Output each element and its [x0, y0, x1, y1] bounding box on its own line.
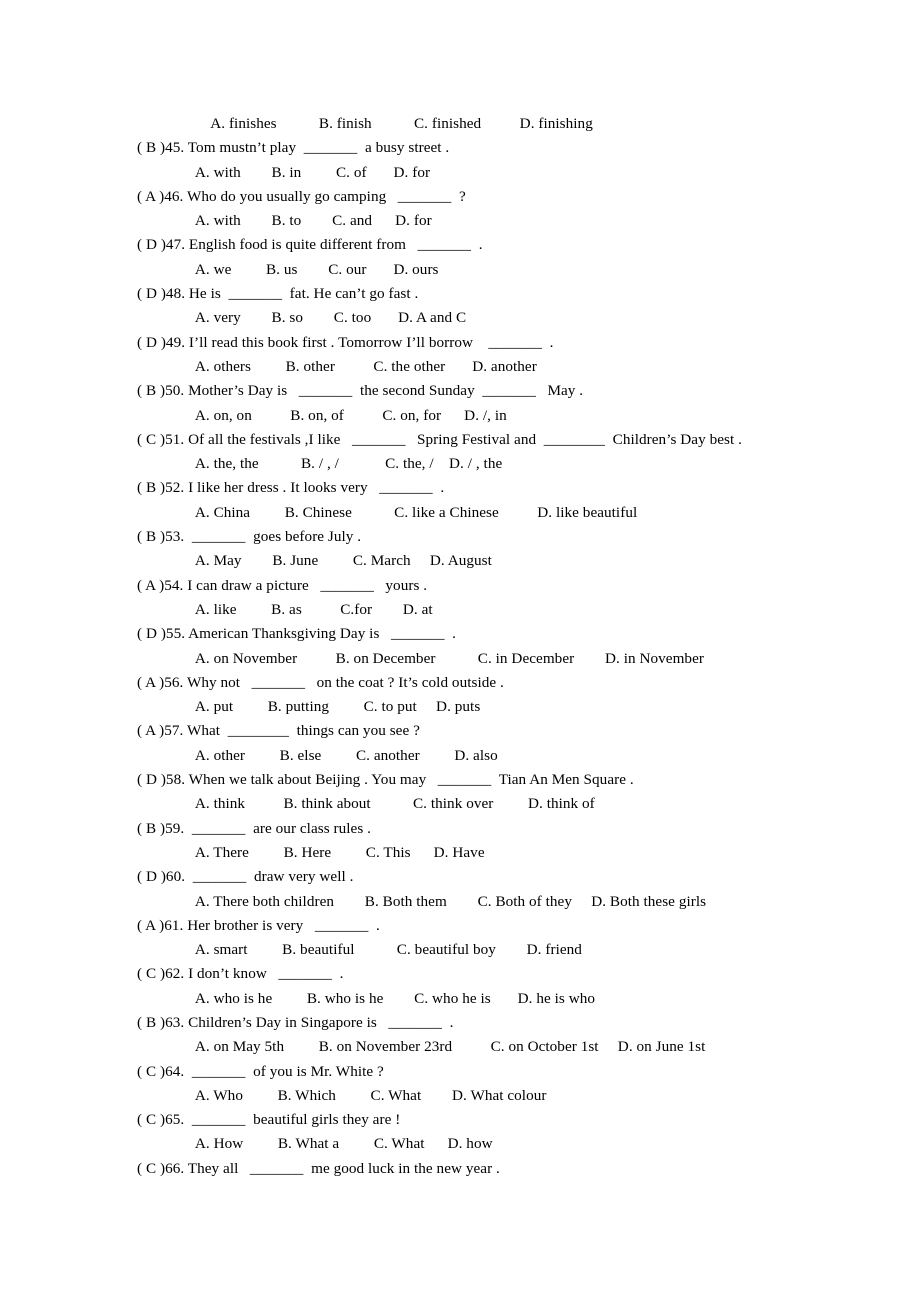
question-row: ( C )64. _______ of you is Mr. White ?: [137, 1062, 384, 1080]
options-row: A. others B. other C. the other D. anoth…: [188, 357, 537, 375]
options-row: A. China B. Chinese C. like a Chinese D.…: [188, 503, 638, 521]
options-row: A. finishes B. finish C. finished D. fin…: [188, 115, 593, 132]
question-row: ( A )61. Her brother is very _______ .: [137, 916, 380, 934]
question-row: ( C )66. They all _______ me good luck i…: [137, 1159, 500, 1177]
question-row: ( D )49. I’ll read this book first . Tom…: [137, 333, 554, 351]
options-row: A. Who B. Which C. What D. What colour: [188, 1086, 547, 1104]
worksheet-page: A. finishes B. finish C. finished D. fin…: [0, 0, 920, 1302]
question-row: ( B )63. Children’s Day in Singapore is …: [137, 1013, 454, 1031]
options-row: A. like B. as C.for D. at: [188, 600, 433, 618]
options-row: A. very B. so C. too D. A and C: [188, 309, 467, 327]
options-row: A. on, on B. on, of C. on, for D. /, in: [188, 406, 507, 424]
options-row: A. who is he B. who is he C. who he is D…: [188, 989, 596, 1007]
options-row: A. There B. Here C. This D. Have: [188, 843, 485, 861]
options-row: A. think B. think about C. think over D.…: [188, 795, 595, 813]
question-row: ( D )55. American Thanksgiving Day is __…: [137, 625, 457, 643]
question-row: ( B )45. Tom mustn’t play _______ a busy…: [137, 139, 450, 157]
options-row: A. on November B. on December C. in Dece…: [188, 649, 704, 667]
options-row: A. we B. us C. our D. ours: [188, 260, 439, 278]
options-row: A. with B. to C. and D. for: [188, 212, 432, 230]
question-row: ( A )54. I can draw a picture _______ yo…: [137, 576, 428, 594]
question-row: ( B )53. _______ goes before July .: [137, 528, 362, 546]
question-row: ( C )65. _______ beautiful girls they ar…: [137, 1111, 401, 1129]
question-row: ( A )57. What ________ things can you se…: [137, 722, 420, 740]
question-row: ( A )56. Why not _______ on the coat ? I…: [137, 673, 504, 691]
options-row: A. How B. What a C. What D. how: [188, 1135, 493, 1153]
options-row: A. the, the B. / , / C. the, / D. / , th…: [188, 455, 503, 473]
options-row: A. with B. in C. of D. for: [188, 163, 431, 181]
question-row: ( D )60. _______ draw very well .: [137, 868, 354, 886]
options-row: A. May B. June C. March D. August: [188, 552, 492, 570]
options-row: A. smart B. beautiful C. beautiful boy D…: [188, 941, 582, 959]
question-row: ( D )58. When we talk about Beijing . Yo…: [137, 771, 634, 789]
question-list: A. finishes B. finish C. finished D. fin…: [137, 112, 837, 1181]
question-row: ( C )51. Of all the festivals ,I like __…: [137, 430, 742, 448]
options-row: A. put B. putting C. to put D. puts: [188, 698, 481, 716]
question-row: ( C )62. I don’t know _______ .: [137, 965, 344, 983]
options-row: A. on May 5th B. on November 23rd C. on …: [188, 1038, 706, 1056]
question-row: ( B )59. _______ are our class rules .: [137, 819, 371, 837]
question-row: ( D )47. English food is quite different…: [137, 236, 483, 254]
question-row: ( B )50. Mother’s Day is _______ the sec…: [137, 382, 584, 400]
options-row: A. There both children B. Both them C. B…: [188, 892, 707, 910]
options-row: A. other B. else C. another D. also: [188, 746, 498, 764]
question-row: ( B )52. I like her dress . It looks ver…: [137, 479, 445, 497]
question-row: ( A )46. Who do you usually go camping _…: [137, 187, 466, 205]
question-row: ( D )48. He is _______ fat. He can’t go …: [137, 285, 419, 303]
